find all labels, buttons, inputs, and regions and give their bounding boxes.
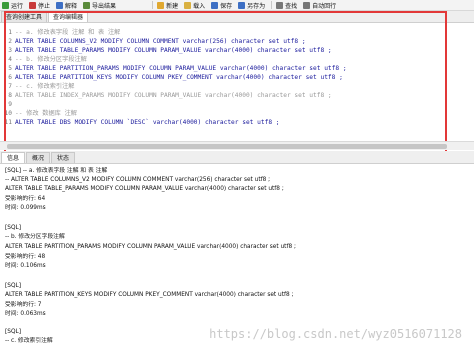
tab-query-builder[interactable]: 查询创建工具 [1,11,48,22]
scrollbar-thumb[interactable] [7,144,447,149]
line-number: 1 [8,29,12,36]
message-output: [SQL] -- a. 修改表字段 注解 和 表 注解 -- ALTER TAB… [0,165,474,347]
code-line: 1 -- a. 修改表字段 注解 和 表 注解 [0,28,440,37]
stop-button[interactable]: 停止 [27,0,52,10]
export-results-button[interactable]: 导出结果 [81,0,118,10]
run-label: 运行 [11,2,24,10]
toolbar-separator-2 [271,1,273,9]
output-line: [SQL] [5,225,21,231]
code-line: 10 -- 修改 数据库 注解 [0,109,440,118]
load-button[interactable]: 载入 [182,0,207,10]
output-line: 受影响的行: 48 [5,254,46,260]
code-line: 4 -- b. 修改分区字段注解 [0,55,440,64]
output-line: ALTER TABLE TABLE_PARAMS MODIFY COLUMN P… [5,186,284,192]
explain-button[interactable]: 解释 [54,0,79,10]
code-line: 3 ALTER TABLE TABLE_PARAMS MODIFY COLUMN … [0,46,440,55]
line-number: 6 [8,74,12,81]
tab-overview[interactable]: 概况 [26,152,51,163]
wrap-icon [303,1,311,9]
run-icon [2,1,9,9]
tab-info[interactable]: 信息 [1,152,26,163]
save-as-icon [238,1,246,9]
code-text: -- 修改 数据库 注解 [15,110,77,117]
horizontal-scrollbar[interactable] [0,141,474,150]
code-line: 8 ALTER TABLE INDEX_PARAMS MODIFY COLUMN … [0,91,440,100]
code-line: 11 ALTER TABLE DBS MODIFY COLUMN `DESC` v… [0,118,440,127]
run-button[interactable]: 运行 [0,0,25,10]
output-line: -- c. 修改索引注解 [5,338,53,344]
line-number: 10 [4,110,12,117]
output-line: -- b. 修改分区字段注解 [5,234,65,240]
toolbar-right-group: 新建 载入 保存 另存为 查找 自动回行 [155,0,340,10]
code-line: 7 -- c. 修改索引注解 [0,82,440,91]
line-number: 4 [8,56,12,63]
export-label: 导出结果 [92,2,117,10]
save-as-button[interactable]: 另存为 [236,0,267,10]
new-label: 新建 [166,2,179,10]
line-number: 8 [8,92,12,99]
code-line: 5 ALTER TABLE PARTITION_PARAMS MODIFY COL… [0,64,440,73]
sql-editor[interactable]: 1 -- a. 修改表字段 注解 和 表 注解 2 ALTER TABLE COLU… [0,23,474,141]
code-text: -- a. 修改表字段 注解 和 表 注解 [15,29,121,36]
code-text: ALTER TABLE COLUMNS_V2 MODIFY COLUMN COM… [15,38,306,45]
export-icon [83,1,91,9]
output-line: [SQL] -- a. 修改表字段 注解 和 表 注解 [5,168,108,174]
output-line: 时间: 0.063ms [5,311,46,317]
new-icon [157,1,165,9]
code-line: 2 ALTER TABLE COLUMNS_V2 MODIFY COLUMN CO… [0,37,440,46]
load-label: 载入 [193,2,206,10]
save-as-label: 另存为 [247,2,266,10]
save-button[interactable]: 保存 [209,0,234,10]
result-tabs: 信息 概况 状态 [0,151,474,164]
wrap-label: 自动回行 [312,2,337,10]
tab-query-editor[interactable]: 查询编辑器 [48,11,89,22]
save-label: 保存 [220,2,233,10]
watermark: https://blog.csdn.net/wyz0516071128 [209,327,462,341]
output-line: 受影响的行: 7 [5,302,42,308]
toolbar-separator [152,1,154,9]
line-number: 7 [8,83,12,90]
code-text: ALTER TABLE DBS MODIFY COLUMN `DESC` var… [15,119,280,126]
find-label: 查找 [285,2,298,10]
code-text: -- b. 修改分区字段注解 [15,56,87,63]
line-number: 9 [8,101,12,108]
code-line: 9 [0,100,440,109]
line-number: 11 [4,119,12,126]
save-icon [211,1,219,9]
code-line: 6 ALTER TABLE PARTITION_KEYS MODIFY COLUM… [0,73,440,82]
find-icon [276,1,284,9]
output-line: 时间: 0.106ms [5,263,46,269]
output-line: 受影响的行: 64 [5,196,46,202]
line-number: 2 [8,38,12,45]
find-button[interactable]: 查找 [274,0,299,10]
line-number: 3 [8,47,12,54]
output-line: 时间: 0.099ms [5,205,46,211]
toolbar-left-group: 运行 停止 解释 导出结果 [0,0,120,10]
load-icon [184,1,192,9]
toolbar: 运行 停止 解释 导出结果 新建 载入 保存 另存为 查找 自动回行 [0,0,474,11]
code-text: -- c. 修改索引注解 [15,83,75,90]
editor-tabs: 查询创建工具 查询编辑器 [0,11,474,23]
code-text: ALTER TABLE PARTITION_PARAMS MODIFY COLU… [15,65,347,72]
stop-label: 停止 [38,2,51,10]
line-number: 5 [8,65,12,72]
output-line: ALTER TABLE PARTITION_KEYS MODIFY COLUMN… [5,292,294,298]
code-text: ALTER TABLE INDEX_PARAMS MODIFY COLUMN P… [15,92,332,99]
explain-label: 解释 [65,2,78,10]
output-line: ALTER TABLE PARTITION_PARAMS MODIFY COLU… [5,244,296,250]
explain-icon [56,1,64,9]
stop-icon [29,1,37,9]
output-line: -- ALTER TABLE COLUMNS_V2 MODIFY COLUMN … [5,177,271,183]
word-wrap-button[interactable]: 自动回行 [301,0,338,10]
tab-status[interactable]: 状态 [51,152,76,163]
code-text: ALTER TABLE PARTITION_KEYS MODIFY COLUMN… [15,74,343,81]
output-line: [SQL] [5,283,21,289]
code-text: ALTER TABLE TABLE_PARAMS MODIFY COLUMN P… [15,47,332,54]
output-line: [SQL] [5,329,21,335]
new-button[interactable]: 新建 [155,0,180,10]
